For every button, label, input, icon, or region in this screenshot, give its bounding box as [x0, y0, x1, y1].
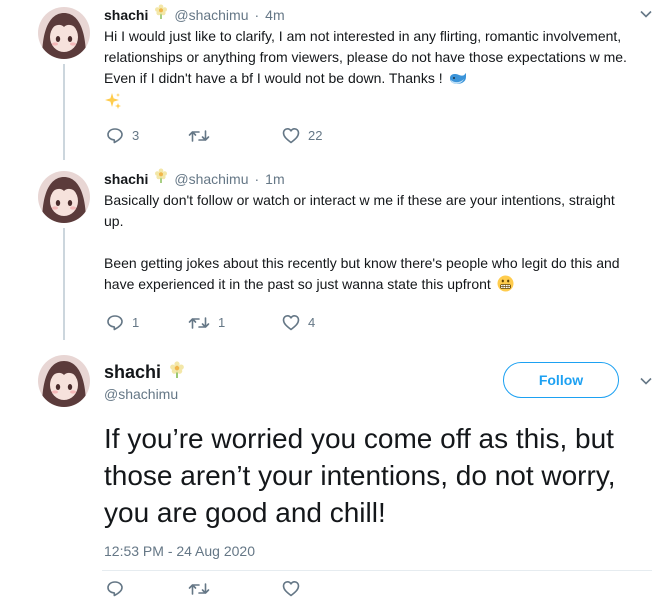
thread-line: [63, 228, 65, 340]
like-count: 22: [308, 128, 323, 143]
tweet-timestamp[interactable]: 12:53 PM - 24 Aug 2020: [104, 543, 255, 559]
tweet-time[interactable]: 1m: [265, 171, 284, 187]
like-count: 4: [308, 315, 316, 330]
reply-count: 3: [132, 128, 140, 143]
heart-icon: [282, 315, 300, 331]
retweet-icon: [188, 582, 210, 595]
retweet-button[interactable]: 1: [188, 315, 282, 331]
reply-button[interactable]: 3: [106, 127, 188, 144]
reply-icon: [107, 581, 123, 597]
tweet-actions: [106, 580, 300, 597]
follow-button[interactable]: Follow: [503, 362, 619, 398]
retweet-icon: [188, 316, 210, 329]
user-handle[interactable]: @shachimu: [174, 7, 248, 23]
tweet-header: shachi @shachimu · 4m: [104, 4, 285, 25]
chevron-down-icon[interactable]: [640, 377, 652, 385]
tweet-text: If you’re worried you come off as this, …: [104, 423, 616, 528]
tweet-text-paragraph-2-content: Been getting jokes about this recently b…: [104, 255, 620, 292]
thread-line: [63, 64, 65, 160]
like-button[interactable]: 4: [282, 314, 315, 331]
tweet-header: shachi @shachimu · 1m: [104, 168, 285, 189]
separator-dot: ·: [254, 6, 260, 23]
user-handle[interactable]: @shachimu: [174, 171, 248, 187]
reply-button[interactable]: 1: [106, 314, 188, 331]
tweet-header: shachi: [104, 360, 185, 385]
tweet-text-paragraph-2: Been getting jokes about this recently b…: [104, 253, 624, 298]
display-name[interactable]: shachi: [104, 362, 161, 383]
avatar-image: [38, 7, 90, 59]
flower-icon: [154, 168, 168, 189]
reply-icon: [107, 315, 123, 331]
chevron-down-icon[interactable]: [640, 10, 652, 18]
tweet-text: Hi I would just like to clarify, I am no…: [104, 26, 636, 116]
avatar-image: [38, 355, 90, 407]
avatar-image: [38, 171, 90, 223]
avatar[interactable]: [38, 355, 90, 407]
sparkles-emoji: [104, 92, 122, 116]
grimacing-face-emoji: [497, 275, 514, 298]
reply-icon: [107, 128, 123, 144]
heart-icon: [282, 581, 300, 597]
tweet-text: Basically don't follow or watch or inter…: [104, 190, 624, 298]
reply-button[interactable]: [106, 580, 188, 597]
tweet-text-content: Hi I would just like to clarify, I am no…: [104, 28, 627, 86]
user-handle[interactable]: @shachimu: [104, 386, 178, 402]
tweet-actions: 3 22: [106, 127, 322, 144]
display-name[interactable]: shachi: [104, 7, 148, 23]
retweet-button[interactable]: [188, 581, 282, 597]
whale-emoji: [449, 70, 467, 92]
tweet-time[interactable]: 4m: [265, 7, 284, 23]
tweet-actions: 1 1 4: [106, 314, 315, 331]
flower-icon: [154, 4, 168, 25]
retweet-button[interactable]: [188, 128, 282, 144]
like-button[interactable]: 22: [282, 127, 322, 144]
reply-count: 1: [132, 315, 140, 330]
display-name[interactable]: shachi: [104, 171, 148, 187]
avatar[interactable]: [38, 171, 90, 223]
retweet-count: 1: [218, 315, 226, 330]
separator-dot: ·: [254, 170, 260, 187]
flower-icon: [169, 360, 185, 385]
heart-icon: [282, 128, 300, 144]
like-button[interactable]: [282, 580, 300, 597]
retweet-icon: [188, 129, 210, 142]
avatar[interactable]: [38, 7, 90, 59]
tweet-text-paragraph-1: Basically don't follow or watch or inter…: [104, 192, 615, 229]
divider: [102, 570, 652, 571]
